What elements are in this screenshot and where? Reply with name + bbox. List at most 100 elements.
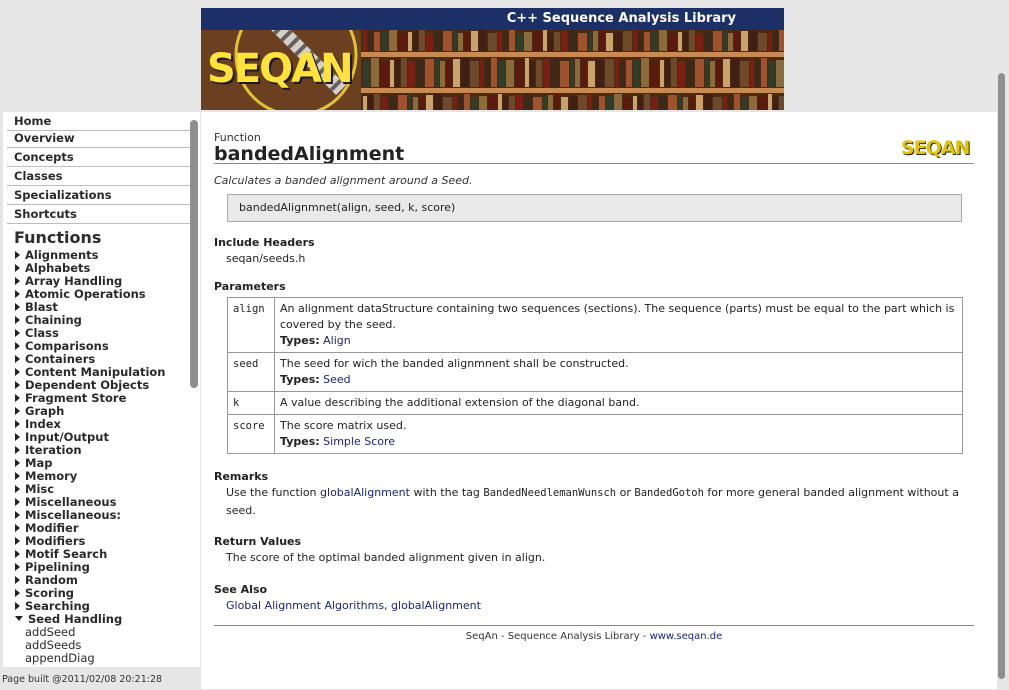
sidebar-category-label: Array Handling xyxy=(25,274,123,288)
triangle-right-icon xyxy=(15,485,20,493)
sidebar-category-label: Misc xyxy=(25,482,55,496)
remarks-heading: Remarks xyxy=(214,470,269,483)
triangle-right-icon xyxy=(15,498,20,506)
types-label: Types: xyxy=(280,373,320,386)
sidebar-category-label: Seed Handling xyxy=(28,612,123,626)
triangle-right-icon xyxy=(15,563,20,571)
triangle-right-icon xyxy=(15,316,20,324)
triangle-right-icon xyxy=(15,524,20,532)
sidebar-category-label: Index xyxy=(25,417,61,431)
tag-banded-gotoh: BandedGotoh xyxy=(634,487,704,499)
triangle-right-icon xyxy=(15,446,20,454)
sidebar-category-label: Memory xyxy=(25,469,78,483)
sidebar-category-label: Miscellaneous xyxy=(25,495,117,509)
banner-title: C++ Sequence Analysis Library xyxy=(201,8,784,30)
sidebar-category-label: Input/Output xyxy=(25,430,109,444)
sidebar-category-label: Dependent Objects xyxy=(25,378,150,392)
sidebar-category-label: Iteration xyxy=(25,443,82,457)
param-description: A value describing the additional extens… xyxy=(280,396,640,409)
remarks-part: or xyxy=(616,486,635,499)
triangle-right-icon xyxy=(15,394,20,402)
nav-shortcuts[interactable]: Shortcuts xyxy=(7,206,190,224)
sidebar-category-label: Alphabets xyxy=(25,261,91,275)
nav-classes[interactable]: Classes xyxy=(7,168,190,186)
triangle-right-icon xyxy=(15,420,20,428)
tag-banded-needleman-wunsch: BandedNeedlemanWunsch xyxy=(483,487,617,499)
param-name: score xyxy=(227,414,275,454)
param-row: align An alignment dataStructure contain… xyxy=(227,297,963,353)
sidebar-category-label: Modifier xyxy=(25,521,79,535)
triangle-right-icon xyxy=(15,355,20,363)
param-types: Types: Align xyxy=(280,333,957,349)
triangle-right-icon xyxy=(15,433,20,441)
types-label: Types: xyxy=(280,435,320,448)
see-also-heading: See Also xyxy=(214,583,268,596)
type-link-seed[interactable]: Seed xyxy=(323,373,351,386)
function-description: Calculates a banded alignment around a S… xyxy=(214,174,473,187)
sidebar-category-label: Fragment Store xyxy=(25,391,127,405)
title-divider xyxy=(214,163,974,164)
footer-text: SeqAn - Sequence Analysis Library - xyxy=(465,631,650,642)
param-desc: An alignment dataStructure containing tw… xyxy=(274,297,963,353)
sidebar-scrollbar[interactable] xyxy=(190,120,198,388)
triangle-right-icon xyxy=(15,368,20,376)
sidebar-category-label: Alignments xyxy=(25,248,99,262)
sidebar-category-label: Random xyxy=(25,573,78,587)
sidebar-function-link[interactable]: appendDiag xyxy=(25,652,95,665)
see-also-globalalignment[interactable]: globalAlignment xyxy=(391,599,481,612)
param-desc: The seed for wich the banded alignmnent … xyxy=(274,352,963,392)
param-desc: A value describing the additional extens… xyxy=(274,391,963,415)
remarks-text: Use the function globalAlignment with th… xyxy=(226,484,966,519)
param-name: align xyxy=(227,297,275,353)
triangle-right-icon xyxy=(15,511,20,519)
param-types: Types: Simple Score xyxy=(280,434,957,450)
book-spines xyxy=(363,30,784,110)
param-name: seed xyxy=(227,352,275,392)
triangle-right-icon xyxy=(15,342,20,350)
nav-specializations[interactable]: Specializations xyxy=(7,187,190,205)
globalalignment-link[interactable]: globalAlignment xyxy=(320,486,410,499)
param-row: score The score matrix used. Types: Simp… xyxy=(227,414,963,454)
seqan-logo-small: SEQAN xyxy=(901,137,970,159)
main-scrollbar[interactable] xyxy=(998,73,1005,679)
param-desc: The score matrix used. Types: Simple Sco… xyxy=(274,414,963,454)
sidebar-category-label: Class xyxy=(25,326,59,340)
triangle-right-icon xyxy=(15,264,20,272)
see-also-global-alignment-algorithms[interactable]: Global Alignment Algorithms xyxy=(226,599,384,612)
triangle-right-icon xyxy=(15,602,20,610)
triangle-right-icon xyxy=(15,550,20,558)
sidebar-category-label: Miscellaneous: xyxy=(25,508,122,522)
type-link-align[interactable]: Align xyxy=(323,334,351,347)
see-also-separator: , xyxy=(384,599,392,612)
param-description: An alignment dataStructure containing tw… xyxy=(280,302,955,331)
nav-overview[interactable]: Overview xyxy=(7,130,190,148)
triangle-right-icon xyxy=(15,381,20,389)
remarks-part: with the tag xyxy=(409,486,484,499)
footer-website-link[interactable]: www.seqan.de xyxy=(650,631,723,642)
sidebar-category-label: Modifiers xyxy=(25,534,86,548)
triangle-right-icon xyxy=(15,537,20,545)
page-built-timestamp: Page built @2011/02/08 20:21:28 xyxy=(2,674,163,685)
triangle-right-icon xyxy=(15,290,20,298)
sidebar-category-label: Motif Search xyxy=(25,547,108,561)
nav-home[interactable]: Home xyxy=(7,113,190,131)
include-headers-heading: Include Headers xyxy=(214,236,315,249)
return-values-text: The score of the optimal banded alignmen… xyxy=(226,551,546,564)
sidebar-category-label: Map xyxy=(25,456,53,470)
sidebar-category-label: Blast xyxy=(25,300,58,314)
header-banner: C++ Sequence Analysis Library SEQAN xyxy=(201,8,784,110)
triangle-right-icon xyxy=(15,407,20,415)
footer: SeqAn - Sequence Analysis Library - www.… xyxy=(201,631,987,642)
sidebar-category-label: Chaining xyxy=(25,313,82,327)
type-link-simple-score[interactable]: Simple Score xyxy=(323,435,395,448)
sidebar-category-label: Content Manipulation xyxy=(25,365,166,379)
sidebar-category-label: Searching xyxy=(25,599,90,613)
param-row: seed The seed for wich the banded alignm… xyxy=(227,352,963,392)
include-headers-value: seqan/seeds.h xyxy=(226,252,306,265)
footer-divider xyxy=(214,625,974,626)
nav-concepts[interactable]: Concepts xyxy=(7,149,190,167)
seqan-logo[interactable]: SEQAN xyxy=(207,46,354,92)
sidebar-category-label: Containers xyxy=(25,352,96,366)
param-row: k A value describing the additional exte… xyxy=(227,391,963,415)
triangle-right-icon xyxy=(15,576,20,584)
